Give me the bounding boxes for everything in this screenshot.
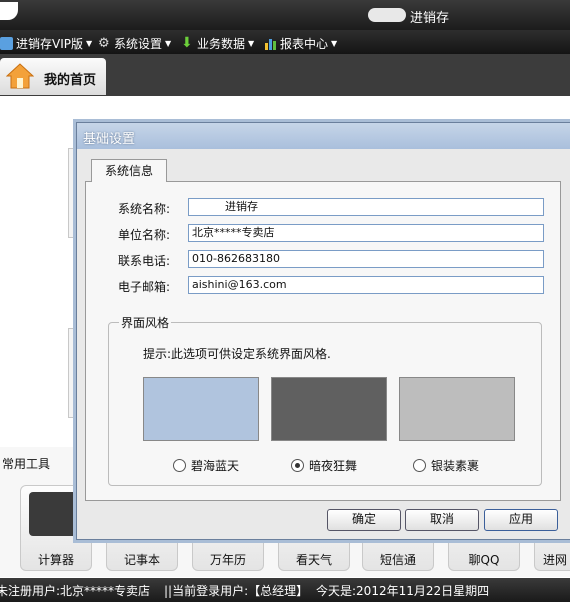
menu-report-center-label: 报表中心 bbox=[280, 37, 329, 51]
dialog-title: 基础设置 bbox=[83, 132, 136, 147]
radio-style-blue[interactable]: 碧海蓝天 bbox=[173, 457, 239, 474]
apply-button[interactable]: 应用 bbox=[484, 509, 558, 531]
calculator-icon bbox=[29, 492, 83, 536]
radio-style-silver[interactable]: 银装素裹 bbox=[413, 457, 479, 474]
chevron-down-icon: ▼ bbox=[331, 39, 338, 48]
title-redacted bbox=[368, 8, 406, 22]
radio-button-selected bbox=[291, 459, 304, 472]
dialog-title-bar[interactable]: 基础设置 bbox=[77, 123, 570, 149]
tool-sms-label: 短信通 bbox=[379, 553, 416, 567]
system-name-input[interactable]: 进销存 bbox=[188, 198, 544, 216]
radio-style-blue-label: 碧海蓝天 bbox=[191, 459, 240, 473]
chevron-down-icon: ▼ bbox=[248, 39, 255, 48]
system-name-label: 系统名称: bbox=[118, 202, 171, 216]
menu-system-settings-label: 系统设置 bbox=[114, 37, 163, 51]
ui-style-hint: 提示:此选项可供设定系统界面风格. bbox=[143, 347, 331, 361]
radio-button bbox=[413, 459, 426, 472]
style-swatch-blue[interactable] bbox=[143, 377, 259, 441]
tool-calendar-label: 万年历 bbox=[209, 553, 246, 567]
common-tools-label: 常用工具 bbox=[2, 457, 51, 471]
style-swatch-silver[interactable] bbox=[399, 377, 515, 441]
radio-style-dark[interactable]: 暗夜狂舞 bbox=[291, 457, 357, 474]
style-swatch-dark[interactable] bbox=[271, 377, 387, 441]
basic-settings-dialog: 基础设置 系统信息 系统名称: 进销存 单位名称: 北京*****专卖店 联系电… bbox=[76, 122, 570, 540]
status-bar: 未注册用户:北京*****专卖店 ||当前登录用户:【总经理】 今天是:2012… bbox=[0, 578, 570, 602]
ok-button[interactable]: 确定 bbox=[327, 509, 401, 531]
tool-weather-label: 看天气 bbox=[295, 553, 332, 567]
cancel-button[interactable]: 取消 bbox=[405, 509, 479, 531]
ui-style-legend: 界面风格 bbox=[119, 314, 172, 331]
radio-style-silver-label: 银装素裹 bbox=[431, 459, 480, 473]
app-logo-icon bbox=[0, 2, 18, 20]
menu-vip[interactable]: 进销存VIP版 ▼ bbox=[0, 35, 92, 52]
menu-bar: 进销存VIP版 ▼ ⚙ 系统设置 ▼ ⬇ 业务数据 ▼ 报表中心 ▼ bbox=[0, 30, 570, 54]
gear-icon: ⚙ bbox=[98, 36, 110, 51]
tab-home[interactable]: 我的首页 bbox=[0, 58, 106, 95]
tool-notepad-label: 记事本 bbox=[123, 553, 160, 567]
chevron-down-icon: ▼ bbox=[165, 39, 172, 48]
company-name-label: 单位名称: bbox=[118, 228, 171, 242]
email-label: 电子邮箱: bbox=[118, 280, 171, 294]
tool-internet-label: 进网 bbox=[543, 553, 568, 567]
radio-button bbox=[173, 459, 186, 472]
tab-home-label: 我的首页 bbox=[44, 73, 97, 88]
phone-label: 联系电话: bbox=[118, 254, 171, 268]
tool-calculator-label: 计算器 bbox=[37, 553, 74, 567]
title-bar: 进销存 bbox=[0, 0, 570, 30]
status-date: 今天是:2012年11月22日星期四 bbox=[316, 584, 490, 598]
menu-business-data[interactable]: ⬇ 业务数据 ▼ bbox=[181, 35, 254, 52]
bar-chart-icon bbox=[264, 37, 277, 50]
menu-system-settings[interactable]: ⚙ 系统设置 ▼ bbox=[98, 35, 171, 52]
status-registered: 未注册用户:北京*****专卖店 bbox=[0, 584, 151, 598]
download-arrow-icon: ⬇ bbox=[181, 35, 193, 51]
tab-bar: 我的首页 bbox=[0, 54, 570, 96]
menu-business-data-label: 业务数据 bbox=[197, 37, 246, 51]
home-icon bbox=[5, 63, 35, 92]
tab-system-info[interactable]: 系统信息 bbox=[91, 159, 167, 182]
email-input[interactable]: aishini@163.com bbox=[188, 276, 544, 294]
menu-report-center[interactable]: 报表中心 ▼ bbox=[264, 35, 337, 52]
chevron-down-icon: ▼ bbox=[86, 39, 93, 48]
system-info-panel: 系统名称: 进销存 单位名称: 北京*****专卖店 联系电话: 010-862… bbox=[85, 181, 561, 501]
radio-style-dark-label: 暗夜狂舞 bbox=[309, 459, 358, 473]
tool-qq-label: 聊QQ bbox=[468, 553, 500, 567]
company-name-input[interactable]: 北京*****专卖店 bbox=[188, 224, 544, 242]
menu-vip-label: 进销存VIP版 bbox=[16, 37, 83, 51]
vip-icon bbox=[0, 37, 13, 50]
ui-style-group: 界面风格 提示:此选项可供设定系统界面风格. 碧海蓝天 暗夜狂舞 银装素裹 bbox=[108, 314, 542, 486]
status-current-user: ||当前登录用户:【总经理】 bbox=[164, 584, 309, 598]
phone-input[interactable]: 010-862683180 bbox=[188, 250, 544, 268]
window-title: 进销存 bbox=[410, 11, 450, 26]
